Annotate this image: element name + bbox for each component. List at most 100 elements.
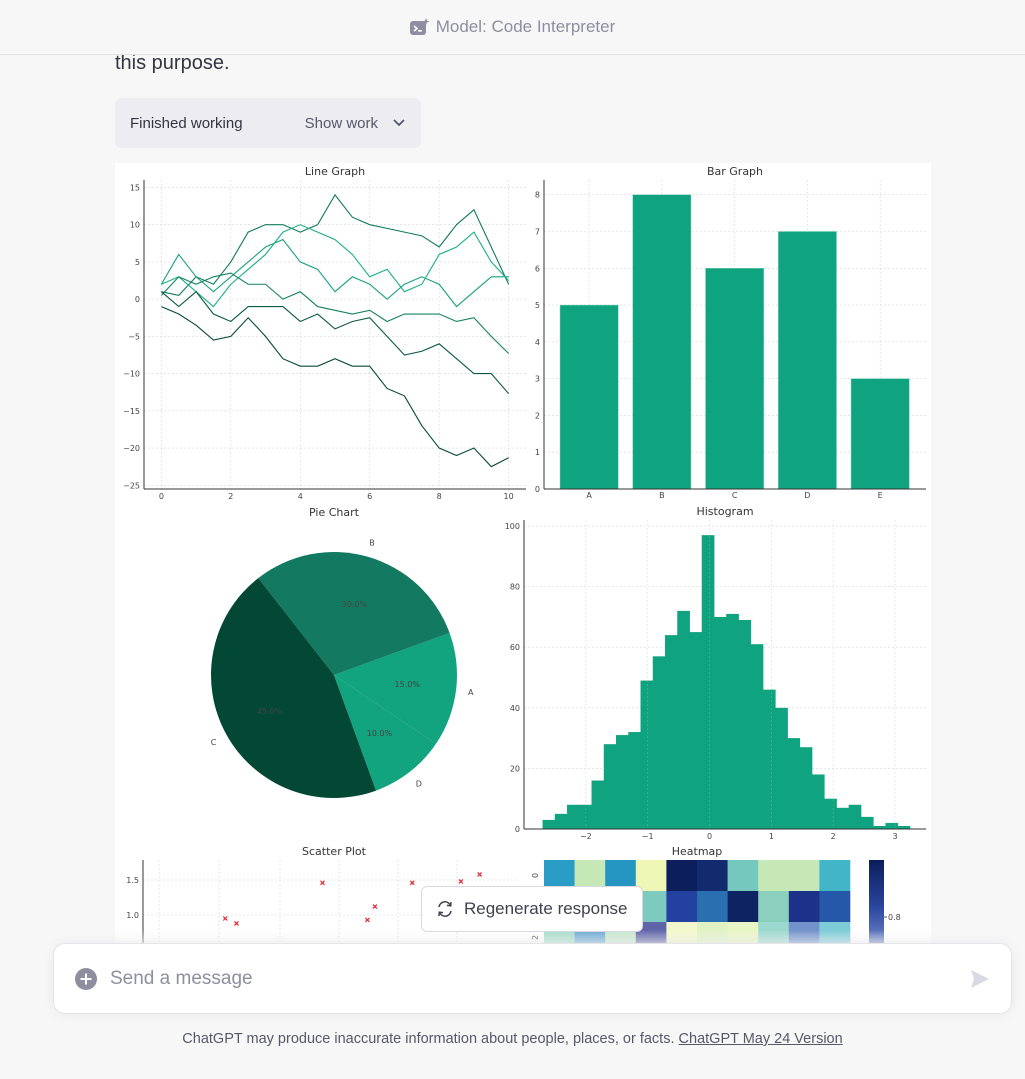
histogram-bin: [713, 616, 727, 829]
pie-pct-D: 10.0%: [367, 729, 393, 738]
show-work-button[interactable]: Show work: [305, 115, 406, 132]
histogram-bin: [787, 738, 801, 829]
line-series-series-2: [160, 238, 509, 308]
histogram: Histogram 0 20 40 60 80 100 −2 −1 0 1 2 3: [505, 505, 926, 841]
pie-label-B: B: [369, 539, 375, 548]
histogram-title: Histogram: [696, 505, 753, 518]
bar-D: [778, 231, 837, 490]
pie-chart-title: Pie Chart: [309, 506, 360, 519]
x-tick-label: −2: [580, 832, 592, 841]
heatmap-cell: [697, 891, 728, 923]
plus-circle-icon[interactable]: [74, 967, 98, 991]
pie-label-A: A: [468, 688, 474, 697]
histogram-bin: [799, 747, 813, 829]
y-tick-label: 8: [535, 191, 540, 200]
line-graph-title: Line Graph: [305, 165, 365, 178]
bar-E: [850, 378, 910, 490]
y-tick-label: 100: [505, 522, 520, 531]
pie-label-C: C: [211, 738, 217, 747]
line-graph: Line Graph 0 2 4 6 8 10 15 10 5 0 −5 −10 −15 −20 −25: [123, 165, 526, 501]
model-indicator: Model: Code Interpreter: [409, 17, 616, 37]
regenerate-response-button[interactable]: Regenerate response: [421, 886, 643, 932]
x-tick-label: E: [878, 491, 883, 500]
footer-disclaimer: ChatGPT may produce inaccurate informati…: [0, 1031, 1025, 1047]
x-tick-label: 2: [228, 492, 233, 501]
heatmap-cell: [666, 891, 698, 923]
regenerate-label: Regenerate response: [464, 899, 628, 918]
x-tick-label: 6: [367, 492, 372, 501]
histogram-bin: [665, 635, 678, 829]
histogram-bin: [652, 656, 666, 829]
x-tick-label: 3: [893, 832, 898, 841]
bar-graph-title: Bar Graph: [707, 165, 763, 178]
pie-pct-B: 30.0%: [342, 600, 368, 609]
message-input[interactable]: [110, 967, 969, 990]
scatter-plot-title: Scatter Plot: [302, 845, 367, 858]
chevron-down-icon: [393, 119, 405, 127]
y-tick-label: 4: [535, 338, 540, 347]
x-tick-label: 4: [298, 492, 303, 501]
x-tick-label: B: [659, 491, 665, 500]
heatmap-cell: [819, 860, 851, 892]
chart-figure: Line Graph 0 2 4 6 8 10 15 10 5 0 −5 −10 −15 −20 −25 Bar…: [115, 163, 931, 963]
histogram-bin: [677, 610, 690, 829]
histogram-bin: [591, 780, 605, 829]
code-interpreter-icon: [409, 18, 430, 35]
y-tick-label: 10: [130, 221, 140, 230]
histogram-bin: [616, 735, 629, 829]
scatter-point: [409, 880, 415, 886]
heatmap-title: Heatmap: [672, 845, 723, 858]
histogram-bin: [603, 744, 617, 829]
y-tick-label: −25: [123, 481, 140, 490]
pie-chart: Pie Chart A 15.0% B 30.0% C 45.0% D 10.0%: [211, 506, 474, 799]
scatter-point: [320, 880, 325, 886]
model-label: Model: Code Interpreter: [435, 17, 616, 36]
y-tick-label: 5: [135, 258, 140, 267]
bar-A: [559, 304, 619, 490]
histogram-bin: [640, 680, 654, 829]
send-icon[interactable]: [969, 968, 991, 990]
histogram-bin: [542, 819, 556, 829]
y-tick-label: 1: [535, 448, 540, 457]
y-tick-label: 1.0: [126, 911, 139, 920]
bar-B: [632, 194, 692, 490]
heatmap-cell: [727, 860, 759, 892]
colorbar-tick-label: 0.8: [888, 913, 901, 922]
bar-graph: Bar Graph 0 1 2 3 4 5 6 7 8 A B C D E: [535, 165, 926, 500]
histogram-bin: [750, 644, 764, 829]
x-tick-label: 8: [437, 492, 442, 501]
histogram-bin: [738, 619, 752, 829]
histogram-bin: [824, 798, 837, 829]
histogram-bin: [628, 732, 641, 829]
heatmap-cell: [727, 891, 759, 923]
y-tick-label: −10: [123, 370, 140, 379]
show-work-label: Show work: [304, 114, 378, 132]
y-tick-label: 15: [130, 183, 140, 192]
bar-C: [705, 268, 764, 490]
x-tick-label: 1: [769, 832, 774, 841]
x-tick-label: 10: [504, 492, 514, 501]
x-tick-label: C: [732, 491, 738, 500]
x-tick-label: D: [804, 491, 810, 500]
heatmap-cell: [788, 891, 820, 923]
y-tick-label: 6: [535, 264, 540, 273]
scatter-point: [477, 871, 483, 877]
histogram-bin: [848, 804, 862, 829]
y-tick-label: 0: [135, 295, 140, 304]
y-tick-label: −5: [128, 332, 140, 341]
y-tick-label: 1.5: [126, 876, 139, 885]
figure-svg: Line Graph0 2 4 6 8 10151050−5−10−15−20−25Bar…: [123, 165, 926, 963]
x-tick-label: −1: [642, 832, 654, 841]
version-link[interactable]: ChatGPT May 24 Version: [679, 1031, 843, 1047]
histogram-bin: [885, 822, 899, 829]
scatter-point: [372, 904, 378, 910]
x-tick-label: A: [586, 491, 592, 500]
refresh-icon: [438, 901, 452, 917]
y-tick-label: 7: [535, 228, 540, 237]
y-tick-label: −15: [123, 407, 140, 416]
y-tick-label: 20: [510, 764, 520, 773]
pie-pct-A: 15.0%: [395, 680, 421, 689]
y-tick-label: 80: [510, 583, 520, 592]
scatter-point: [234, 920, 239, 926]
work-panel: Finished working Show work: [115, 98, 421, 148]
